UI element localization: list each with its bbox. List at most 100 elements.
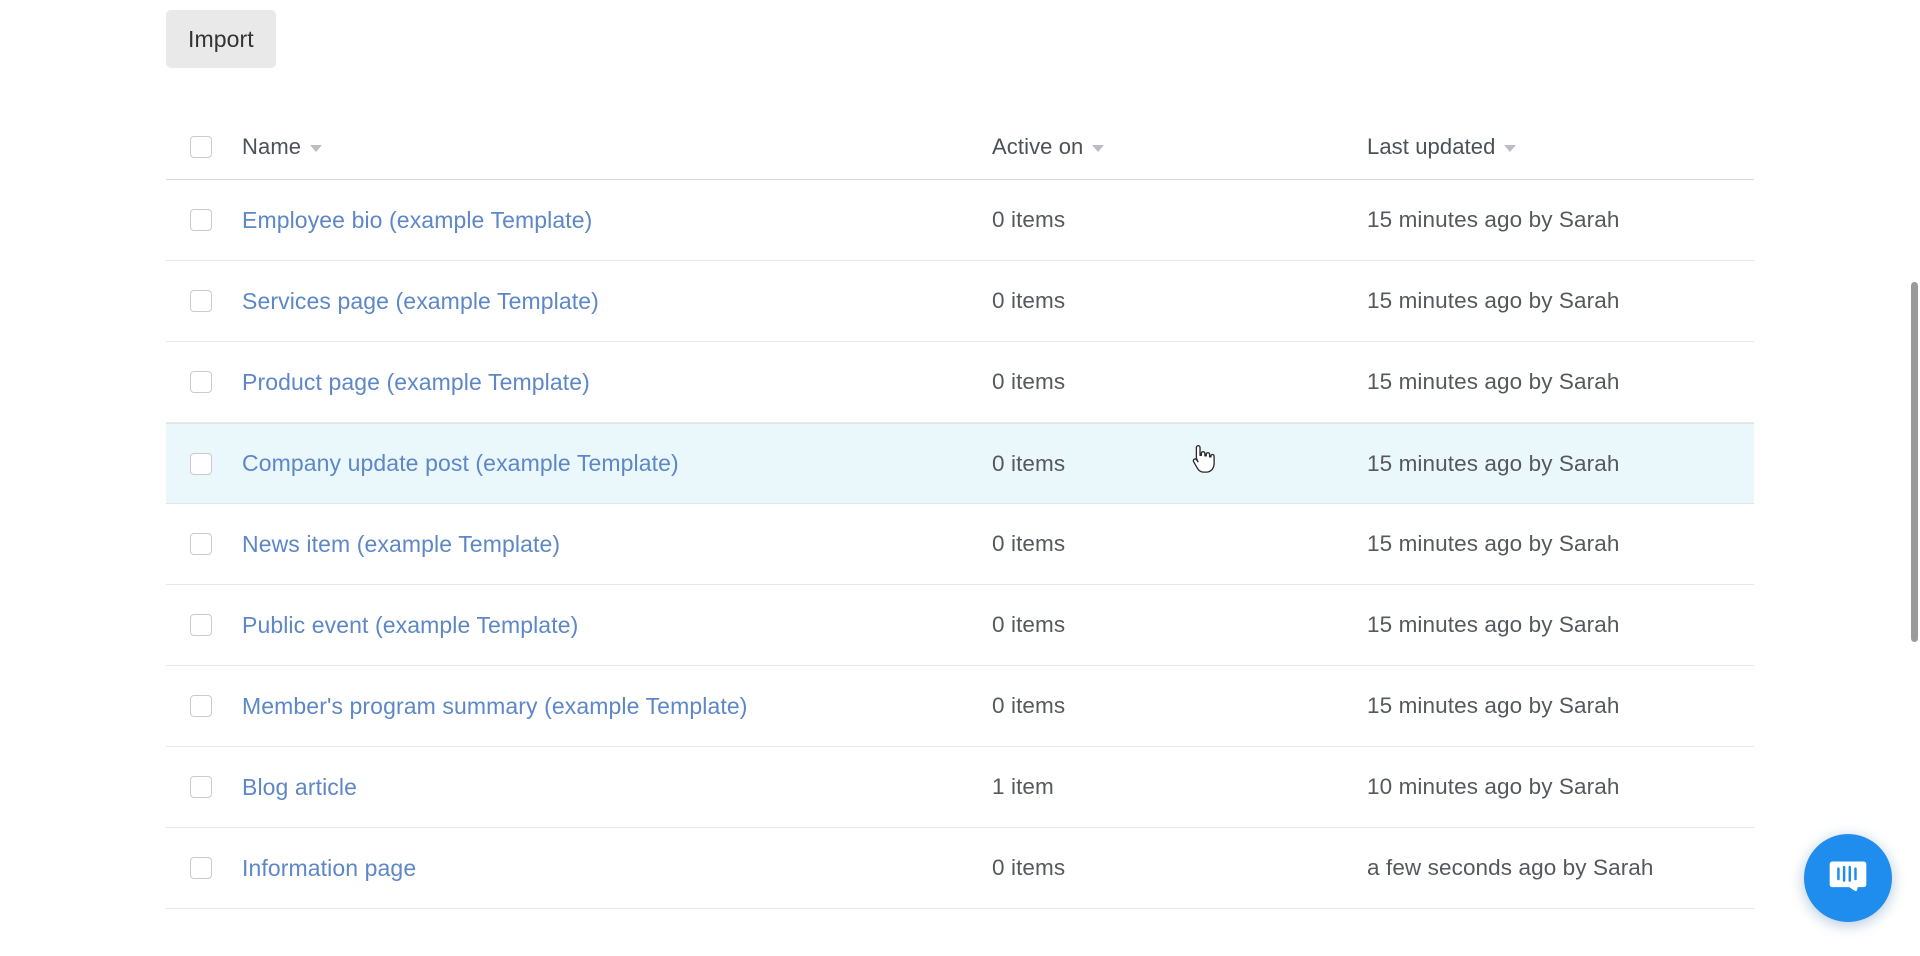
row-name-cell: Employee bio (example Template) (242, 207, 992, 234)
row-last-updated-cell: 15 minutes ago by Sarah (1367, 207, 1754, 233)
last-updated-value: 15 minutes ago by Sarah (1367, 450, 1620, 476)
template-name-link[interactable]: Public event (example Template) (242, 612, 578, 638)
row-active-on-cell: 0 items (992, 369, 1367, 395)
row-select-cell (166, 614, 242, 636)
active-on-value: 0 items (992, 450, 1066, 476)
row-select-cell (166, 695, 242, 717)
row-last-updated-cell: 15 minutes ago by Sarah (1367, 369, 1754, 395)
row-select-cell (166, 533, 242, 555)
row-select-cell (166, 371, 242, 393)
active-on-value: 0 items (992, 855, 1066, 880)
row-active-on-cell: 0 items (992, 207, 1367, 233)
table-row[interactable]: Employee bio (example Template) 0 items 15… (166, 180, 1754, 261)
row-select-cell (166, 776, 242, 798)
template-name-link[interactable]: Member's program summary (example Templa… (242, 693, 747, 719)
select-all-cell (166, 135, 242, 158)
last-updated-value: 15 minutes ago by Sarah (1367, 693, 1620, 718)
template-name-link[interactable]: News item (example Template) (242, 531, 560, 557)
row-last-updated-cell: a few seconds ago by Sarah (1367, 855, 1754, 881)
last-updated-value: 15 minutes ago by Sarah (1367, 612, 1620, 637)
chevron-down-icon (1504, 144, 1517, 152)
active-on-value: 0 items (992, 693, 1066, 718)
column-header-name-label: Name (242, 133, 302, 159)
chevron-down-icon (310, 144, 323, 152)
row-select-cell (166, 857, 242, 879)
row-select-checkbox[interactable] (190, 371, 212, 393)
active-on-value: 0 items (992, 207, 1066, 232)
row-active-on-cell: 1 item (992, 774, 1367, 800)
select-all-checkbox[interactable] (190, 135, 212, 158)
template-name-link[interactable]: Blog article (242, 774, 357, 800)
column-header-last-updated[interactable]: Last updated (1367, 133, 1517, 160)
table-row[interactable]: Services page (example Template) 0 items 1… (166, 261, 1754, 342)
row-active-on-cell: 0 items (992, 531, 1367, 557)
template-name-link[interactable]: Company update post (example Template) (242, 450, 679, 476)
active-on-value: 0 items (992, 369, 1066, 394)
table-row[interactable]: Public event (example Template) 0 items 15… (166, 585, 1754, 666)
row-last-updated-cell: 15 minutes ago by Sarah (1367, 612, 1754, 638)
row-select-cell (166, 452, 242, 475)
table-body: Employee bio (example Template) 0 items 15… (166, 180, 1754, 909)
table-row[interactable]: News item (example Template) 0 items 15 mi… (166, 504, 1754, 585)
table-row[interactable]: Product page (example Template) 0 items 15… (166, 342, 1754, 423)
intercom-chat-icon (1829, 861, 1867, 892)
template-name-link[interactable]: Information page (242, 855, 416, 881)
chat-launcher-button[interactable] (1804, 834, 1892, 922)
row-name-cell: Company update post (example Template) (242, 450, 992, 477)
row-select-cell (166, 290, 242, 312)
column-header-active-on[interactable]: Active on (992, 133, 1105, 160)
table-row[interactable]: Blog article 1 item 10 minutes ago by Sara… (166, 747, 1754, 828)
row-active-on-cell: 0 items (992, 451, 1367, 477)
column-header-last-updated-cell: Last updated (1367, 134, 1754, 160)
row-select-checkbox[interactable] (190, 695, 212, 717)
row-name-cell: News item (example Template) (242, 531, 992, 558)
import-button[interactable]: Import (166, 10, 276, 68)
row-active-on-cell: 0 items (992, 855, 1367, 881)
row-active-on-cell: 0 items (992, 612, 1367, 638)
row-last-updated-cell: 15 minutes ago by Sarah (1367, 693, 1754, 719)
row-last-updated-cell: 15 minutes ago by Sarah (1367, 451, 1754, 477)
row-name-cell: Information page (242, 855, 992, 882)
toolbar: Import (166, 10, 276, 68)
active-on-value: 0 items (992, 612, 1066, 637)
column-header-last-updated-label: Last updated (1367, 133, 1496, 159)
template-name-link[interactable]: Product page (example Template) (242, 369, 590, 395)
table-row[interactable]: Member's program summary (example Templa… (166, 666, 1754, 747)
table-header-row: Name Active on Last updated (166, 114, 1754, 180)
vertical-scrollbar-thumb[interactable] (1911, 282, 1918, 642)
page-root: Import Name Active on Last updated Emplo… (0, 0, 1920, 956)
row-active-on-cell: 0 items (992, 693, 1367, 719)
last-updated-value: a few seconds ago by Sarah (1367, 855, 1654, 880)
row-name-cell: Public event (example Template) (242, 612, 992, 639)
row-select-checkbox[interactable] (190, 209, 212, 231)
table-row[interactable]: Company update post (example Template) 0 … (166, 423, 1754, 504)
row-name-cell: Member's program summary (example Templa… (242, 693, 992, 720)
template-name-link[interactable]: Employee bio (example Template) (242, 207, 592, 233)
row-select-checkbox[interactable] (190, 533, 212, 555)
vertical-scrollbar-track[interactable] (1910, 0, 1920, 956)
row-select-checkbox[interactable] (190, 452, 212, 475)
row-name-cell: Blog article (242, 774, 992, 801)
last-updated-value: 10 minutes ago by Sarah (1367, 774, 1620, 799)
column-header-name[interactable]: Name (242, 133, 323, 160)
row-last-updated-cell: 15 minutes ago by Sarah (1367, 531, 1754, 557)
table-row[interactable]: Information page 0 items a few seconds ago… (166, 828, 1754, 909)
active-on-value: 1 item (992, 774, 1054, 799)
template-name-link[interactable]: Services page (example Template) (242, 288, 599, 314)
column-header-active-on-cell: Active on (992, 134, 1367, 160)
last-updated-value: 15 minutes ago by Sarah (1367, 288, 1620, 313)
last-updated-value: 15 minutes ago by Sarah (1367, 207, 1620, 232)
active-on-value: 0 items (992, 531, 1066, 556)
row-select-checkbox[interactable] (190, 776, 212, 798)
column-header-name-cell: Name (242, 134, 992, 160)
chevron-down-icon (1092, 144, 1105, 152)
row-last-updated-cell: 15 minutes ago by Sarah (1367, 288, 1754, 314)
row-select-checkbox[interactable] (190, 857, 212, 879)
row-active-on-cell: 0 items (992, 288, 1367, 314)
row-name-cell: Product page (example Template) (242, 369, 992, 396)
row-select-checkbox[interactable] (190, 614, 212, 636)
templates-table: Name Active on Last updated Employee bio… (166, 114, 1754, 909)
column-header-active-on-label: Active on (992, 133, 1084, 159)
last-updated-value: 15 minutes ago by Sarah (1367, 531, 1620, 556)
row-select-checkbox[interactable] (190, 290, 212, 312)
